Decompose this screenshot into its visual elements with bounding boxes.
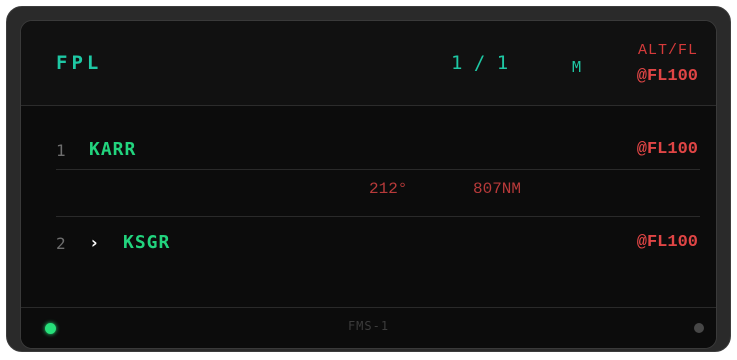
mode-indicator: M [572,58,582,76]
fms-display: FPL 1 / 1 M ALT/FL @FL100 1 KARR @FL100 … [20,20,717,349]
active-leg-cursor-icon: › [91,233,98,252]
waypoint-ident[interactable]: KSGR [123,232,170,253]
waypoint-altitude-constraint[interactable]: @FL100 [637,140,698,159]
alt-fl-label: ALT/FL [637,42,698,59]
status-led-inactive-icon [694,323,704,333]
leg-course: 212° [369,180,408,198]
waypoint-index: 1 [56,141,66,160]
page-indicator: 1 / 1 [451,52,509,74]
row-divider [56,216,700,217]
page-header: FPL 1 / 1 M ALT/FL @FL100 [21,21,716,106]
alt-fl-value: @FL100 [636,67,698,86]
waypoint-index: 2 [56,234,66,253]
waypoint-ident[interactable]: KARR [89,139,136,160]
status-footer: FMS-1 [21,307,716,348]
row-divider [56,169,700,170]
unit-label: FMS-1 [347,319,390,333]
leg-distance: 807NM [473,180,522,198]
page-title: FPL [56,52,103,74]
waypoint-altitude-constraint[interactable]: @FL100 [637,233,698,252]
